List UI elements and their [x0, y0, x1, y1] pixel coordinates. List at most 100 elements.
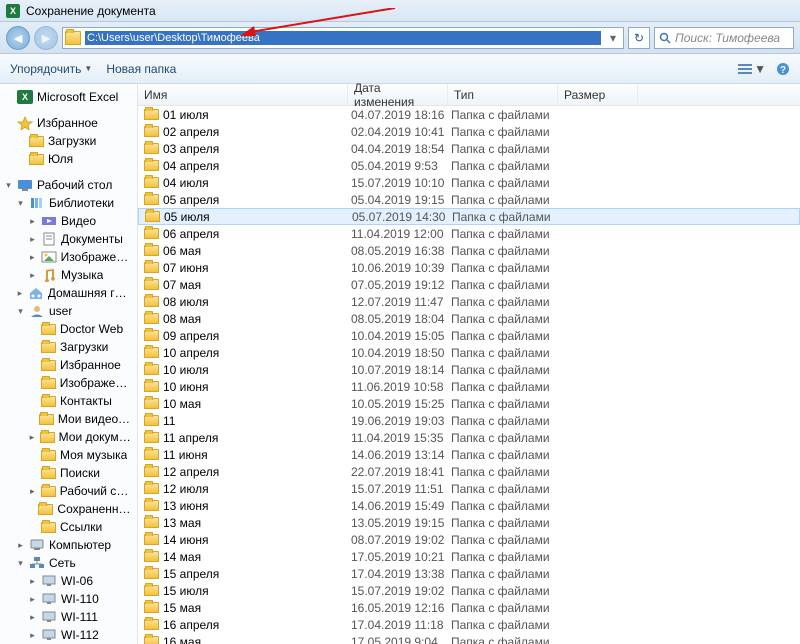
- table-row[interactable]: 16 мая17.05.2019 9:04Папка с файлами: [138, 633, 800, 644]
- address-bar: ◄ ► ▾ ↻ Поиск: Тимофеева: [0, 22, 800, 54]
- table-row[interactable]: 10 июля10.07.2019 18:14Папка с файлами: [138, 361, 800, 378]
- folder-icon: [144, 517, 159, 528]
- sidebar-item[interactable]: ▸Домашняя группа: [0, 284, 137, 302]
- sidebar-item[interactable]: ▸WI-110: [0, 590, 137, 608]
- table-row[interactable]: 05 июля05.07.2019 14:30Папка с файлами: [138, 208, 800, 225]
- sidebar-item[interactable]: Избранное: [0, 356, 137, 374]
- table-row[interactable]: 08 мая08.05.2019 18:04Папка с файлами: [138, 310, 800, 327]
- sidebar-item[interactable]: ▸Музыка: [0, 266, 137, 284]
- tree-arrow-icon: ▸: [28, 252, 37, 263]
- sidebar-item[interactable]: ▸Компьютер: [0, 536, 137, 554]
- sidebar-item[interactable]: ▸WI-06: [0, 572, 137, 590]
- table-row[interactable]: 07 июня10.06.2019 10:39Папка с файлами: [138, 259, 800, 276]
- sidebar-item-label: Сохраненные игры: [57, 502, 133, 516]
- file-name: 13 июня: [163, 499, 351, 513]
- file-date: 17.05.2019 9:04: [351, 635, 451, 644]
- table-row[interactable]: 15 апреля17.04.2019 13:38Папка с файлами: [138, 565, 800, 582]
- col-header-type[interactable]: Тип: [448, 84, 558, 105]
- table-row[interactable]: 05 апреля05.04.2019 19:15Папка с файлами: [138, 191, 800, 208]
- table-row[interactable]: 12 апреля22.07.2019 18:41Папка с файлами: [138, 463, 800, 480]
- table-row[interactable]: 07 мая07.05.2019 19:12Папка с файлами: [138, 276, 800, 293]
- table-row[interactable]: 11 апреля11.04.2019 15:35Папка с файлами: [138, 429, 800, 446]
- sidebar-item[interactable]: Сохраненные игры: [0, 500, 137, 518]
- sidebar-item[interactable]: ▸Мои документы: [0, 428, 137, 446]
- table-row[interactable]: 12 июля15.07.2019 11:51Папка с файлами: [138, 480, 800, 497]
- sidebar-item-label: WI-111: [61, 610, 98, 624]
- sidebar-item[interactable]: Мои видеозаписи: [0, 410, 137, 428]
- sidebar-item[interactable]: Поиски: [0, 464, 137, 482]
- sidebar-item[interactable]: ▾user: [0, 302, 137, 320]
- table-row[interactable]: 02 апреля02.04.2019 10:41Папка с файлами: [138, 123, 800, 140]
- sidebar-item[interactable]: ▸Видео: [0, 212, 137, 230]
- sidebar-item[interactable]: ▸WI-112: [0, 626, 137, 644]
- help-icon[interactable]: ?: [776, 62, 790, 76]
- table-row[interactable]: 04 апреля05.04.2019 9:53Папка с файлами: [138, 157, 800, 174]
- file-name: 11: [163, 414, 351, 428]
- table-row[interactable]: 06 мая08.05.2019 16:38Папка с файлами: [138, 242, 800, 259]
- sidebar-item[interactable]: Загрузки: [0, 338, 137, 356]
- folder-icon: [144, 432, 159, 443]
- table-row[interactable]: 06 апреля11.04.2019 12:00Папка с файлами: [138, 225, 800, 242]
- sidebar-item[interactable]: ▸Изображения: [0, 248, 137, 266]
- sidebar-item[interactable]: Doctor Web: [0, 320, 137, 338]
- table-row[interactable]: 15 июля15.07.2019 19:02Папка с файлами: [138, 582, 800, 599]
- sidebar-item[interactable]: Избранное: [0, 114, 137, 132]
- sidebar-item[interactable]: Изображения: [0, 374, 137, 392]
- folder-icon: [145, 211, 160, 222]
- refresh-button[interactable]: ↻: [628, 27, 650, 49]
- table-row[interactable]: 15 мая16.05.2019 12:16Папка с файлами: [138, 599, 800, 616]
- sidebar-item[interactable]: ▾Рабочий стол: [0, 176, 137, 194]
- address-input[interactable]: [85, 31, 601, 45]
- address-dropdown-icon[interactable]: ▾: [605, 31, 621, 45]
- file-type: Папка с файлами: [451, 312, 561, 326]
- sidebar-item[interactable]: ▾Сеть: [0, 554, 137, 572]
- folder-icon: [144, 551, 159, 562]
- file-type: Папка с файлами: [451, 448, 561, 462]
- sidebar-item[interactable]: ▸WI-111: [0, 608, 137, 626]
- sidebar-item[interactable]: Контакты: [0, 392, 137, 410]
- tree-arrow-icon: ▸: [28, 432, 36, 443]
- col-header-size[interactable]: Размер: [558, 84, 638, 105]
- sidebar-item-label: Документы: [61, 232, 123, 246]
- col-header-date[interactable]: Дата изменения: [348, 84, 448, 105]
- tree-arrow-icon: ▸: [28, 630, 37, 641]
- nav-back-button[interactable]: ◄: [6, 26, 30, 50]
- sidebar-item[interactable]: ▸Документы: [0, 230, 137, 248]
- table-row[interactable]: 14 мая17.05.2019 10:21Папка с файлами: [138, 548, 800, 565]
- table-row[interactable]: 09 апреля10.04.2019 15:05Папка с файлами: [138, 327, 800, 344]
- table-row[interactable]: 03 апреля04.04.2019 18:54Папка с файлами: [138, 140, 800, 157]
- table-row[interactable]: 10 мая10.05.2019 15:25Папка с файлами: [138, 395, 800, 412]
- sidebar-item[interactable]: Загрузки: [0, 132, 137, 150]
- table-row[interactable]: 1119.06.2019 19:03Папка с файлами: [138, 412, 800, 429]
- table-row[interactable]: 13 мая13.05.2019 19:15Папка с файлами: [138, 514, 800, 531]
- sidebar-item[interactable]: Юля: [0, 150, 137, 168]
- table-row[interactable]: 14 июня08.07.2019 19:02Папка с файлами: [138, 531, 800, 548]
- table-row[interactable]: 01 июля04.07.2019 18:16Папка с файлами: [138, 106, 800, 123]
- sidebar-item[interactable]: Моя музыка: [0, 446, 137, 464]
- file-date: 02.04.2019 10:41: [351, 125, 451, 139]
- view-mode-button[interactable]: ▼: [738, 62, 766, 76]
- address-field[interactable]: ▾: [62, 27, 624, 49]
- table-row[interactable]: 13 июня14.06.2019 15:49Папка с файлами: [138, 497, 800, 514]
- chevron-down-icon: ▼: [84, 64, 92, 73]
- folder-icon: [144, 466, 159, 477]
- table-row[interactable]: 04 июля15.07.2019 10:10Папка с файлами: [138, 174, 800, 191]
- table-row[interactable]: 10 апреля10.04.2019 18:50Папка с файлами: [138, 344, 800, 361]
- table-row[interactable]: 11 июня14.06.2019 13:14Папка с файлами: [138, 446, 800, 463]
- file-type: Папка с файлами: [451, 567, 561, 581]
- table-row[interactable]: 08 июля12.07.2019 11:47Папка с файлами: [138, 293, 800, 310]
- col-header-name[interactable]: Имя: [138, 84, 348, 105]
- organize-button[interactable]: Упорядочить▼: [10, 62, 92, 76]
- new-folder-button[interactable]: Новая папка: [106, 62, 176, 76]
- file-name: 13 мая: [163, 516, 351, 530]
- sidebar-item[interactable]: XMicrosoft Excel: [0, 88, 137, 106]
- sidebar-item[interactable]: ▸Рабочий стол: [0, 482, 137, 500]
- sidebar-item[interactable]: Ссылки: [0, 518, 137, 536]
- search-box[interactable]: Поиск: Тимофеева: [654, 27, 794, 49]
- table-row[interactable]: 10 июня11.06.2019 10:58Папка с файлами: [138, 378, 800, 395]
- folder-icon: [65, 31, 81, 45]
- table-row[interactable]: 16 апреля17.04.2019 11:18Папка с файлами: [138, 616, 800, 633]
- sidebar-item[interactable]: ▾Библиотеки: [0, 194, 137, 212]
- file-type: Папка с файлами: [451, 176, 561, 190]
- nav-forward-button[interactable]: ►: [34, 26, 58, 50]
